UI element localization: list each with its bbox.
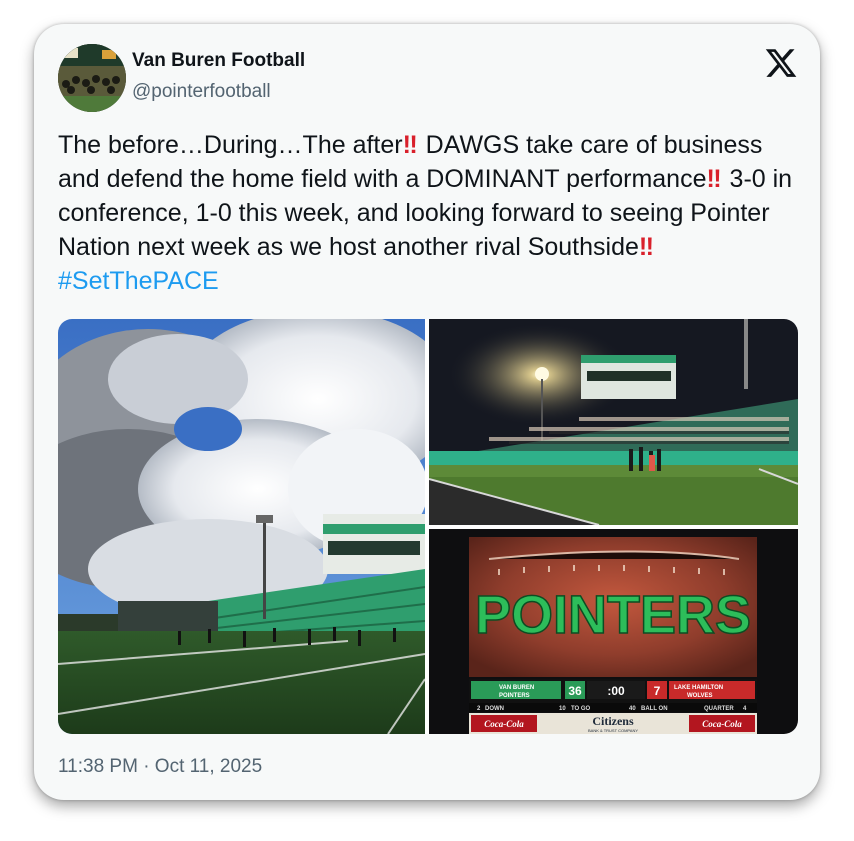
away-team-line2: WOLVES [687, 693, 713, 699]
to-go-label: TO GO [571, 706, 591, 712]
photo-stadium-night[interactable] [429, 319, 798, 525]
to-go-value: 10 [559, 706, 566, 712]
photo-stadium-daytime[interactable] [58, 319, 425, 734]
away-team-line1: LAKE HAMILTON [674, 685, 723, 691]
tweet-text-part: The before…During…The after [58, 131, 403, 159]
scoreboard-banner: POINTERS [475, 585, 751, 645]
media-grid: POINTERS VAN BUREN POINTERS 36 :00 7 LAK… [58, 319, 798, 734]
sponsor-center: Citizens [592, 714, 634, 728]
photo-scoreboard[interactable]: POINTERS VAN BUREN POINTERS 36 :00 7 LAK… [429, 529, 798, 734]
home-score: 36 [568, 684, 582, 698]
post-timestamp[interactable]: 11:38 PM · Oct 11, 2025 [58, 756, 262, 778]
home-team-line2: POINTERS [499, 693, 530, 699]
sponsor-center-sub: BANK & TRUST COMPANY [588, 728, 638, 733]
x-logo-icon[interactable] [764, 46, 798, 80]
home-team-line1: VAN BUREN [499, 685, 534, 691]
sponsor-left: Coca-Cola [484, 719, 524, 729]
ball-on-label: BALL ON [641, 706, 668, 712]
double-exclamation-icon: ‼ [638, 233, 654, 261]
double-exclamation-icon: ‼ [706, 165, 721, 193]
sponsor-right: Coca-Cola [702, 719, 742, 729]
double-exclamation-icon: ‼ [402, 131, 418, 159]
avatar-image [58, 44, 126, 112]
ball-on-value: 40 [629, 706, 636, 712]
account-name[interactable]: Van Buren Football [132, 50, 305, 72]
profile-avatar[interactable] [58, 44, 126, 112]
hashtag-link[interactable]: #SetThePACE [58, 267, 219, 295]
quarter-label: QUARTER [704, 706, 734, 712]
game-clock: :00 [607, 684, 625, 698]
account-handle[interactable]: @pointerfootball [132, 81, 271, 103]
away-score: 7 [654, 684, 661, 698]
down-label: DOWN [485, 706, 504, 712]
tweet-text: The before…During…The after‼ DAWGS take … [58, 128, 803, 298]
tweet-card: Van Buren Football @pointerfootball The … [34, 24, 820, 800]
